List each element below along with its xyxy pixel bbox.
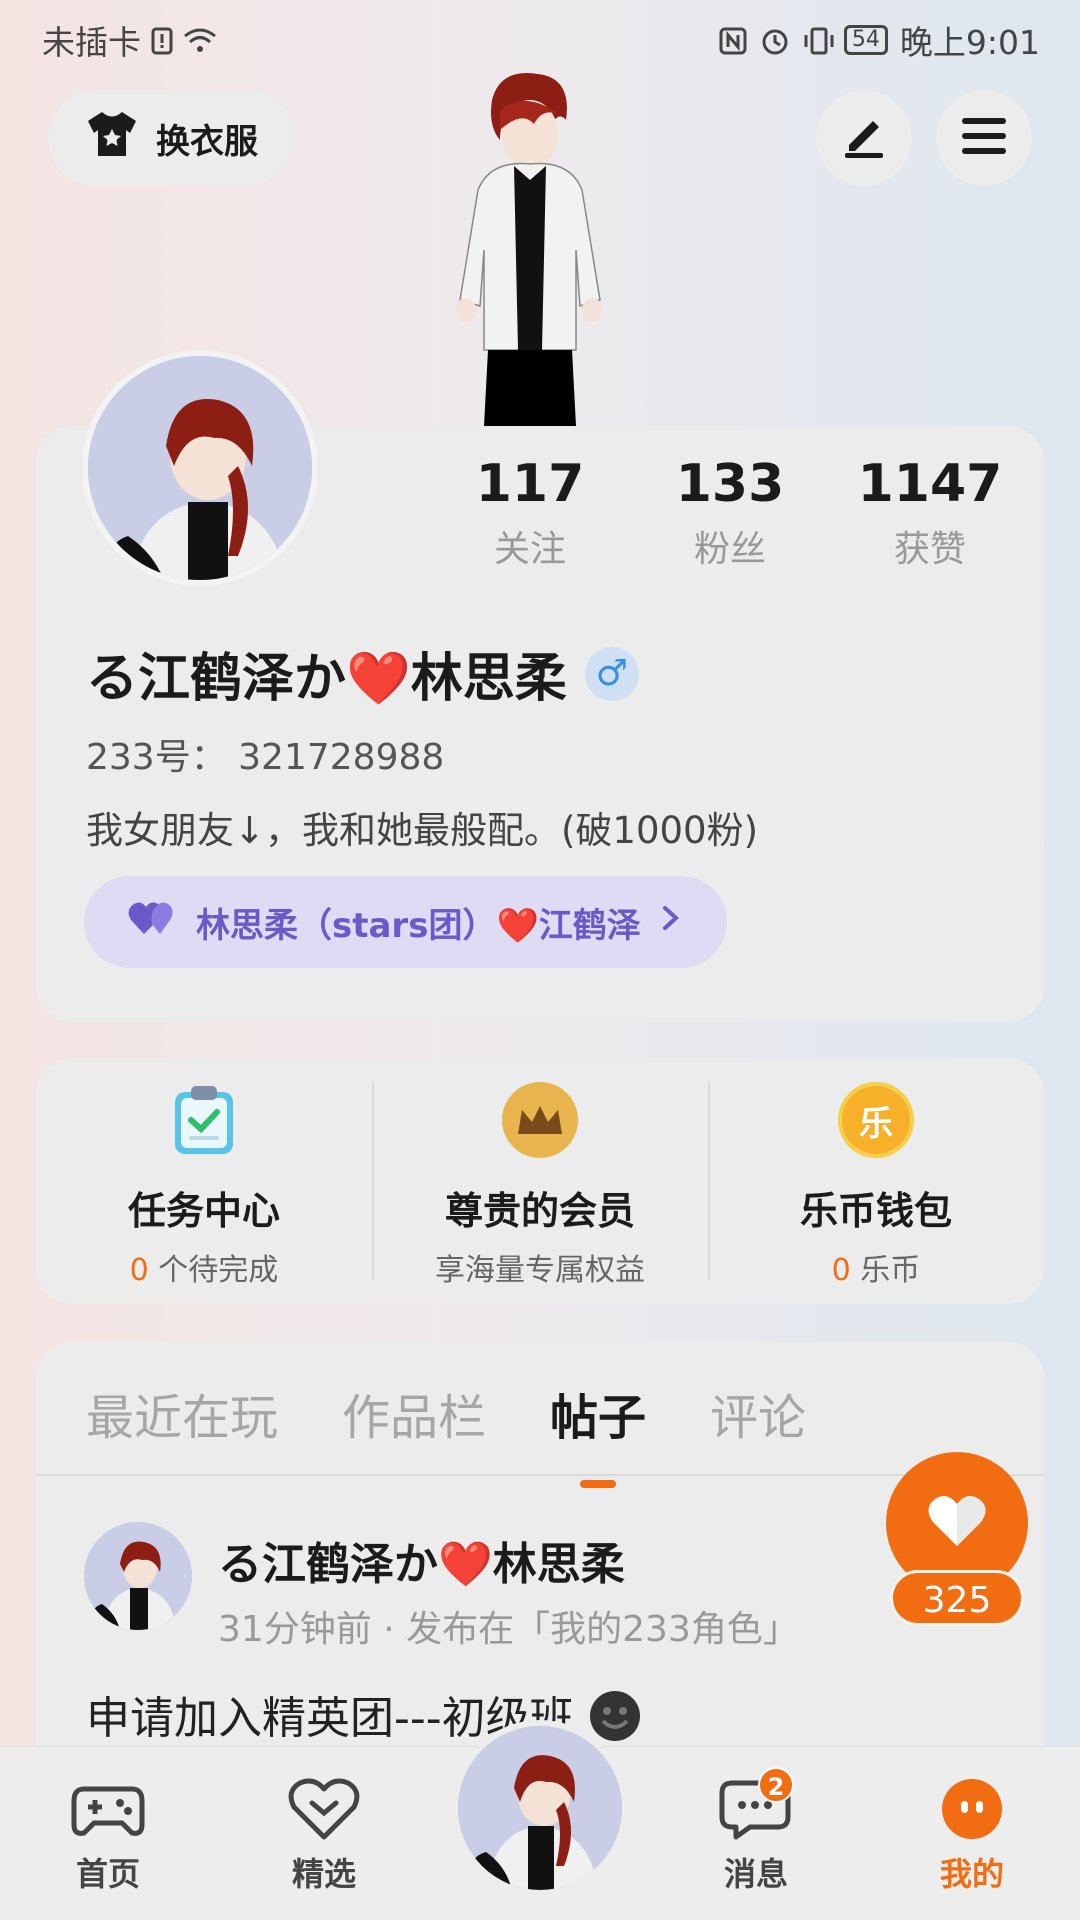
username-text: る江鹤泽か❤️林思柔 xyxy=(86,649,567,709)
nav-me-label: 我的 xyxy=(939,1855,1004,1893)
status-bar: 未插卡 54 晚上9:01 xyxy=(0,0,1080,74)
status-time: 晚上9:01 xyxy=(899,23,1040,62)
crown-icon xyxy=(502,1082,578,1158)
coin-icon: 乐 xyxy=(838,1082,914,1158)
nav-messages[interactable]: 2 消息 xyxy=(686,1767,826,1895)
stat-likes-label: 获赞 xyxy=(893,529,966,570)
profile-stats: 117 关注 133 粉丝 1147 获赞 xyxy=(430,454,1030,572)
nav-home[interactable]: 首页 xyxy=(38,1777,178,1895)
couple-heart-icon xyxy=(128,898,178,947)
vip-membership[interactable]: 尊贵的会员 享海量专属权益 xyxy=(372,1058,708,1304)
coin-wallet[interactable]: 乐 乐币钱包 0 乐币 xyxy=(708,1058,1044,1304)
features-card: 任务中心 0 个待完成 尊贵的会员 享海量专属权益 乐 乐币钱包 0 乐币 xyxy=(36,1058,1044,1304)
nfc-icon xyxy=(718,25,748,55)
chevron-right-icon xyxy=(659,902,683,942)
stat-following[interactable]: 117 关注 xyxy=(430,454,630,572)
change-outfit-label: 换衣服 xyxy=(156,121,258,162)
nav-featured-label: 精选 xyxy=(291,1855,356,1893)
stat-following-label: 关注 xyxy=(493,529,566,570)
sim-alert-icon xyxy=(147,25,177,55)
nav-home-label: 首页 xyxy=(75,1855,140,1893)
wifi-icon xyxy=(183,25,216,55)
change-outfit-button[interactable]: 换衣服 xyxy=(48,90,294,186)
pen-icon xyxy=(839,111,889,165)
task-center-subtitle: 0 个待完成 xyxy=(129,1253,279,1288)
stat-fans-value: 133 xyxy=(675,454,785,514)
tabs-divider xyxy=(36,1474,1044,1476)
stat-fans[interactable]: 133 粉丝 xyxy=(630,454,830,572)
carrier-label: 未插卡 xyxy=(42,23,141,62)
message-badge: 2 xyxy=(758,1767,794,1803)
hamburger-menu-icon xyxy=(960,114,1008,162)
nav-center-avatar[interactable] xyxy=(452,1720,628,1896)
content-tabs: 最近在玩 作品栏 帖子 评论 xyxy=(86,1378,806,1488)
post-author-avatar[interactable] xyxy=(84,1522,192,1630)
heart-icon xyxy=(925,1492,989,1554)
heart-bubble-icon xyxy=(286,1777,362,1841)
user-id: 233号： 321728988 xyxy=(86,737,445,778)
vip-membership-title: 尊贵的会员 xyxy=(444,1189,635,1233)
task-center-title: 任务中心 xyxy=(127,1189,280,1233)
coin-wallet-title: 乐币钱包 xyxy=(799,1189,952,1233)
male-gender-icon: ♂ xyxy=(584,646,639,701)
nav-me[interactable]: 我的 xyxy=(902,1777,1042,1895)
stat-likes-value: 1147 xyxy=(857,454,1003,514)
relationship-chip[interactable]: 林思柔（stars团）❤️江鹤泽 xyxy=(84,876,727,968)
clipboard-check-icon xyxy=(166,1082,242,1158)
profile-face-icon xyxy=(934,1777,1010,1841)
stat-following-value: 117 xyxy=(475,454,585,514)
profile-bio: 我女朋友↓，我和她最般配。(破1000粉) xyxy=(86,809,759,852)
alarm-icon xyxy=(760,25,790,55)
post-author-name[interactable]: る江鹤泽か❤️林思柔 xyxy=(218,1528,625,1592)
vibrate-icon xyxy=(802,25,834,55)
menu-button[interactable] xyxy=(936,90,1032,186)
vip-membership-subtitle: 享海量专属权益 xyxy=(435,1253,645,1288)
task-center[interactable]: 任务中心 0 个待完成 xyxy=(36,1058,372,1304)
avatar-3d-figure[interactable] xyxy=(430,70,630,426)
profile-avatar[interactable] xyxy=(82,350,318,586)
tab-posts[interactable]: 帖子 xyxy=(550,1378,646,1488)
stat-likes[interactable]: 1147 获赞 xyxy=(830,454,1030,572)
coin-wallet-subtitle: 0 乐币 xyxy=(831,1253,921,1288)
tab-comments[interactable]: 评论 xyxy=(710,1378,806,1448)
nav-messages-label: 消息 xyxy=(723,1855,788,1893)
gamepad-icon xyxy=(70,1777,146,1841)
battery-level: 54 xyxy=(843,25,888,55)
profile-username: る江鹤泽か❤️林思柔 ♂ xyxy=(86,636,639,711)
tab-works[interactable]: 作品栏 xyxy=(342,1378,486,1448)
nav-featured[interactable]: 精选 xyxy=(254,1777,394,1895)
tab-recently-played[interactable]: 最近在玩 xyxy=(86,1378,278,1448)
stat-fans-label: 粉丝 xyxy=(693,529,766,570)
chat-bubble-icon: 2 xyxy=(718,1767,794,1841)
shirt-icon xyxy=(84,109,140,168)
edit-profile-button[interactable] xyxy=(816,90,912,186)
like-count: 325 xyxy=(890,1570,1024,1626)
post-meta: 31分钟前 · 发布在「我的233角色」 xyxy=(218,1609,799,1650)
relationship-label: 林思柔（stars团）❤️江鹤泽 xyxy=(196,905,641,946)
